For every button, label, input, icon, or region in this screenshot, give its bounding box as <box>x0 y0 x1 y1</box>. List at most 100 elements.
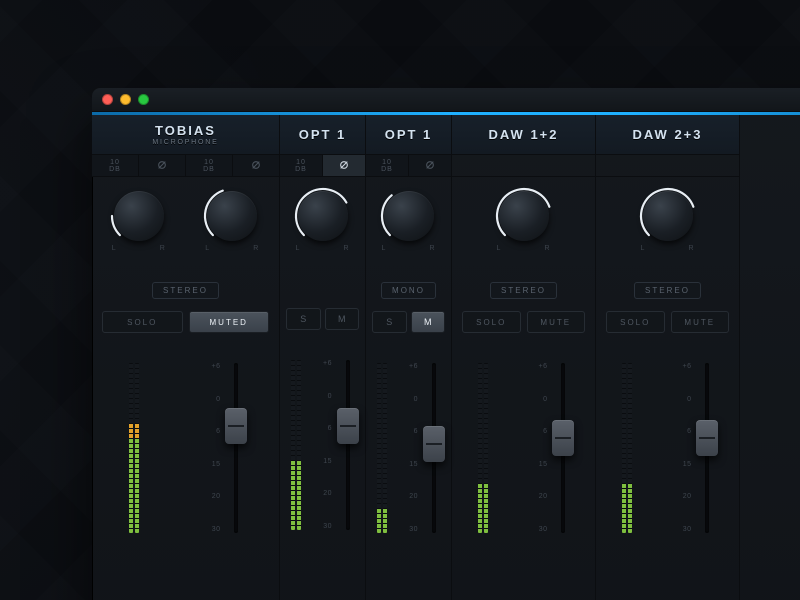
scale-tick: 15 <box>683 461 692 468</box>
fader-cap[interactable] <box>423 426 445 462</box>
pan-knob[interactable] <box>207 191 257 241</box>
link-mode-badge[interactable]: STEREO <box>152 282 219 299</box>
solo-mute-row: SOLO MUTE <box>596 311 739 333</box>
scale-tick: 30 <box>323 523 332 530</box>
pan-knob[interactable] <box>384 191 434 241</box>
scale-tick: 0 <box>409 396 418 403</box>
scale-tick: +6 <box>409 363 418 370</box>
mute-button[interactable]: M <box>325 308 360 330</box>
fader-cap[interactable] <box>552 420 574 456</box>
scale-tick: 20 <box>212 493 221 500</box>
channel-strip-opt1a: OPT 110DB LRSM+606152030 <box>280 115 366 600</box>
solo-mute-row: SM <box>280 308 365 330</box>
mute-button[interactable]: M <box>411 311 446 333</box>
solo-button[interactable]: SOLO <box>102 311 183 333</box>
phase-icon <box>425 160 435 172</box>
level-meter <box>129 363 139 533</box>
pan-knob[interactable] <box>499 191 549 241</box>
solo-button[interactable]: SOLO <box>462 311 521 333</box>
fader-track[interactable] <box>432 363 436 533</box>
knob-row: LR <box>596 177 739 256</box>
channel-strip-daw23: DAW 2+3LRSTEREOSOLOMUTE+606152030 <box>596 115 740 600</box>
fader-track[interactable] <box>346 360 350 530</box>
scale-tick: 20 <box>683 493 692 500</box>
close-icon[interactable] <box>102 94 113 105</box>
mute-button[interactable]: MUTED <box>189 311 270 333</box>
channel-header[interactable]: OPT 1 <box>366 115 451 155</box>
level-meter <box>291 360 301 530</box>
mute-button[interactable]: MUTE <box>671 311 730 333</box>
scale-tick: 0 <box>683 396 692 403</box>
level-meter <box>478 363 488 533</box>
scale-tick: 0 <box>323 393 332 400</box>
toolbar-label: DB <box>381 166 393 173</box>
fader-scale: +606152030 <box>323 360 332 530</box>
window-titlebar[interactable] <box>92 88 800 112</box>
scale-tick: 30 <box>539 526 548 533</box>
channel-strip-opt1b: OPT 110DB LRMONOSM+606152030 <box>366 115 452 600</box>
fader-scale: +606152030 <box>409 363 418 533</box>
channel-header[interactable]: OPT 1 <box>280 115 365 155</box>
fader-cap[interactable] <box>225 408 247 444</box>
phase-invert-button[interactable] <box>409 155 451 176</box>
minimize-icon[interactable] <box>120 94 131 105</box>
scale-tick: 6 <box>212 428 221 435</box>
gain-10db-button[interactable]: 10DB <box>280 155 323 176</box>
mixer-window: TOBIASMICROPHONE10DB 10DB LRLRSTEREOSOLO… <box>92 88 800 600</box>
knob-row: LR <box>280 177 365 256</box>
solo-button[interactable]: SOLO <box>606 311 665 333</box>
phase-icon <box>339 160 349 172</box>
channel-toolbar: 10DB <box>280 155 365 177</box>
phase-icon <box>251 160 261 172</box>
fader-track[interactable] <box>561 363 565 533</box>
channel-header[interactable]: DAW 2+3 <box>596 115 739 155</box>
scale-tick: 15 <box>409 461 418 468</box>
scale-tick: 0 <box>539 396 548 403</box>
toolbar-label: 10 <box>204 159 214 166</box>
mute-button[interactable]: MUTE <box>527 311 586 333</box>
phase-invert-button[interactable] <box>139 155 186 176</box>
fader-track[interactable] <box>234 363 238 533</box>
fader-scale: +606152030 <box>212 363 221 533</box>
gain-10db-button[interactable]: 10DB <box>92 155 139 176</box>
toolbar-label: 10 <box>296 159 306 166</box>
link-mode-badge[interactable]: STEREO <box>490 282 557 299</box>
fader-track[interactable] <box>705 363 709 533</box>
gain-10db-button[interactable]: 10DB <box>366 155 409 176</box>
solo-mute-row: SOLO MUTE <box>452 311 595 333</box>
solo-mute-row: SOLO MUTED <box>92 311 279 333</box>
channel-title: TOBIAS <box>155 123 216 138</box>
knob-row: LR <box>366 177 451 256</box>
pan-knob[interactable] <box>298 191 348 241</box>
pan-knob[interactable] <box>643 191 693 241</box>
channel-strip-daw12: DAW 1+2LRSTEREOSOLOMUTE+606152030 <box>452 115 596 600</box>
phase-invert-button[interactable] <box>233 155 279 176</box>
pan-knob[interactable] <box>114 191 164 241</box>
fader-cap[interactable] <box>337 408 359 444</box>
scale-tick: +6 <box>212 363 221 370</box>
scale-tick: 6 <box>683 428 692 435</box>
scale-tick: 20 <box>539 493 548 500</box>
channel-header[interactable]: TOBIASMICROPHONE <box>92 115 279 155</box>
scale-tick: 6 <box>323 425 332 432</box>
phase-invert-button[interactable] <box>323 155 365 176</box>
channel-toolbar: 10DB <box>366 155 451 177</box>
fader-scale: +606152030 <box>683 363 692 533</box>
channel-subtitle: MICROPHONE <box>152 139 218 146</box>
scale-tick: 30 <box>409 526 418 533</box>
gain-10db-button[interactable]: 10DB <box>186 155 233 176</box>
link-mode-badge[interactable]: MONO <box>381 282 436 299</box>
toolbar-label: DB <box>203 166 215 173</box>
channel-toolbar: 10DB 10DB <box>92 155 279 177</box>
toolbar-label: 10 <box>382 159 392 166</box>
zoom-icon[interactable] <box>138 94 149 105</box>
toolbar-label: DB <box>109 166 121 173</box>
fader-cap[interactable] <box>696 420 718 456</box>
link-mode-badge[interactable]: STEREO <box>634 282 701 299</box>
channel-header[interactable]: DAW 1+2 <box>452 115 595 155</box>
scale-tick: 6 <box>539 428 548 435</box>
solo-button[interactable]: S <box>286 308 321 330</box>
scale-tick: 0 <box>212 396 221 403</box>
scale-tick: 20 <box>323 490 332 497</box>
solo-button[interactable]: S <box>372 311 407 333</box>
